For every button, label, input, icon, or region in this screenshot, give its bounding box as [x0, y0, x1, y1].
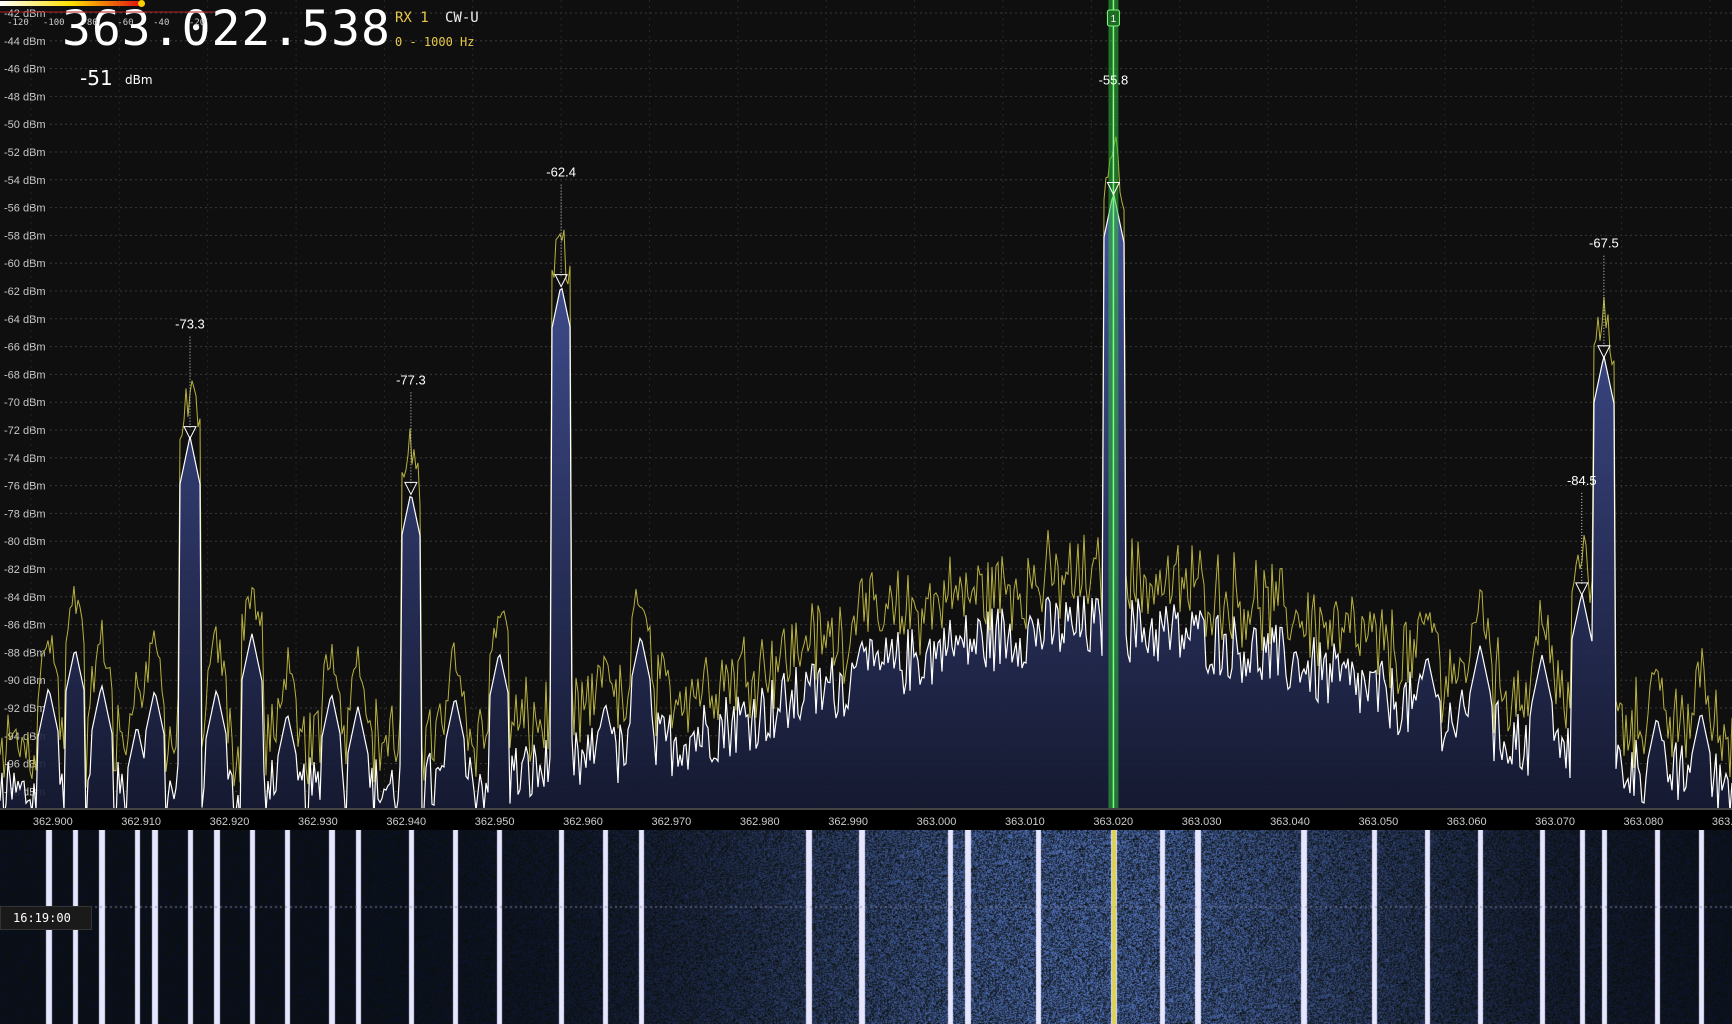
- smeter-bar: [0, 1, 142, 6]
- spectrum-display[interactable]: -42 dBm -44 dBm -46 dBm -48 dBm -50 dBm -52 d…: [0, 0, 1732, 808]
- frequency-axis-label: 363.060: [1447, 816, 1487, 828]
- db-axis-label: -72 dBm: [4, 425, 46, 437]
- frequency-axis-label: 363.070: [1535, 816, 1575, 828]
- smeter-scale-label: -20: [189, 18, 205, 28]
- db-axis-label: -48 dBm: [4, 91, 46, 103]
- spectrum-fill: [0, 195, 1732, 808]
- peak-marker-label: -55.8: [1099, 73, 1129, 88]
- signal-level-value: -51: [80, 66, 113, 90]
- waterfall-display[interactable]: [0, 830, 1732, 1024]
- frequency-axis-label: 363.000: [917, 816, 957, 828]
- db-axis-label: -58 dBm: [4, 230, 46, 242]
- mode-label[interactable]: CW-U: [445, 10, 479, 26]
- frequency-axis-label: 362.910: [121, 816, 161, 828]
- peak-marker-triangle[interactable]: [1574, 582, 1589, 596]
- frequency-axis-label: 362.970: [652, 816, 692, 828]
- smeter-scale-label: -60: [117, 18, 133, 28]
- db-axis-label: -46 dBm: [4, 64, 46, 76]
- db-axis-label: -74 dBm: [4, 453, 46, 465]
- frequency-axis-label: 362.930: [298, 816, 338, 828]
- db-axis-label: -88 dBm: [4, 647, 46, 659]
- frequency-axis-label: 362.950: [475, 816, 515, 828]
- db-axis-label: -70 dBm: [4, 397, 46, 409]
- db-axis-label: -84 dBm: [4, 592, 46, 604]
- frequency-axis-label: 363.050: [1358, 816, 1398, 828]
- db-axis-label: -92 dBm: [4, 703, 46, 715]
- db-axis-label: -68 dBm: [4, 369, 46, 381]
- s-meter: -120 -100 -80 -60 -40 -20: [0, 0, 215, 28]
- frequency-axis-label: 362.980: [740, 816, 780, 828]
- db-axis-label: -60 dBm: [4, 258, 46, 270]
- smeter-scale-label: -40: [153, 18, 169, 28]
- spectrum-plot[interactable]: -42 dBm-44 dBm-46 dBm-48 dBm-50 dBm-52 d…: [0, 0, 1732, 808]
- peak-marker-triangle[interactable]: [1597, 345, 1611, 359]
- peak-marker-triangle[interactable]: [404, 481, 418, 496]
- db-axis-label: -64 dBm: [4, 314, 46, 326]
- signal-level-unit: dBm: [125, 73, 153, 87]
- bandwidth-label[interactable]: 0 - 1000 Hz: [395, 35, 474, 49]
- frequency-axis-label: 362.900: [33, 816, 73, 828]
- peak-marker-label: -84.5: [1567, 473, 1597, 488]
- db-axis-label: -66 dBm: [4, 342, 46, 354]
- db-axis-label: -56 dBm: [4, 203, 46, 215]
- db-axis-label: -50 dBm: [4, 119, 46, 131]
- frequency-axis-label: 363.010: [1005, 816, 1045, 828]
- frequency-axis-label: 362.940: [386, 816, 426, 828]
- smeter-peak-dot: [138, 0, 146, 7]
- db-axis-label: -80 dBm: [4, 536, 46, 548]
- db-axis-label: -86 dBm: [4, 620, 46, 632]
- frequency-axis-label: 363.040: [1270, 816, 1310, 828]
- db-axis-label: -44 dBm: [4, 36, 46, 48]
- smeter-scale-label: -80: [81, 18, 97, 28]
- frequency-axis[interactable]: 362.900 362.910 362.920 362.930 362.940 362.9…: [0, 808, 1732, 832]
- smeter-scale-label: -100: [43, 18, 65, 28]
- frequency-axis-labels: 362.900 362.910 362.920 362.930 362.940 362.9…: [33, 816, 1732, 828]
- db-axis-label: -82 dBm: [4, 564, 46, 576]
- waterfall-canvas[interactable]: [0, 830, 1732, 1024]
- frequency-axis-label: 363.090: [1712, 816, 1732, 828]
- db-axis-label: -76 dBm: [4, 481, 46, 493]
- frequency-axis-label: 363.080: [1624, 816, 1664, 828]
- frequency-axis-label: 362.960: [563, 816, 603, 828]
- peak-marker-label: -77.3: [396, 372, 426, 387]
- receiver-label: RX 1: [395, 10, 429, 26]
- vfo-marker-number: 1: [1111, 14, 1117, 25]
- frequency-axis-label: 363.020: [1093, 816, 1133, 828]
- db-axis-label: -52 dBm: [4, 147, 46, 159]
- db-axis-label: -78 dBm: [4, 508, 46, 520]
- peak-marker-label: -73.3: [175, 317, 205, 332]
- frequency-axis-label: 362.990: [828, 816, 868, 828]
- peak-marker-label: -62.4: [546, 165, 576, 180]
- frequency-axis-label: 362.920: [210, 816, 250, 828]
- peak-marker-label: -67.5: [1589, 236, 1619, 251]
- frequency-axis-label: 363.030: [1182, 816, 1222, 828]
- smeter-scale-label: -120: [7, 18, 29, 28]
- db-axis-label: -54 dBm: [4, 175, 46, 187]
- waterfall-time-label: 16:19:00: [0, 906, 92, 930]
- db-axis-label: -62 dBm: [4, 286, 46, 298]
